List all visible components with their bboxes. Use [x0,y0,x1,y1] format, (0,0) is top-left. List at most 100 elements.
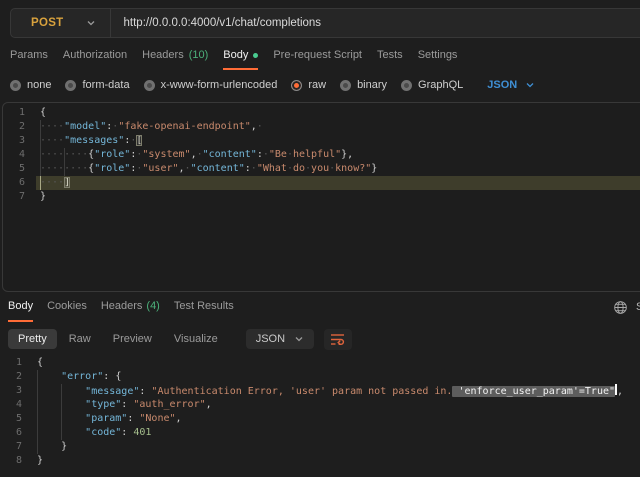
token: } [371,163,377,174]
tab-settings[interactable]: Settings [418,44,458,70]
token: }, [341,149,353,160]
request-url-bar: POST http://0.0.0.0:4000/v1/chat/complet… [10,8,640,38]
request-format-dropdown[interactable]: JSON [487,79,535,91]
radio-form-data[interactable]: form-data [65,79,129,91]
radio-none[interactable]: none [10,79,51,91]
response-meta-right: S [613,292,640,322]
indent-guide [61,412,62,426]
tab-params[interactable]: Params [10,44,48,70]
code-line[interactable]: 2····"model":·"fake-openai-endpoint",· [3,120,640,134]
postman-window: POST http://0.0.0.0:4000/v1/chat/complet… [0,0,640,477]
token: { [115,371,121,382]
response-tab-cookies[interactable]: Cookies [47,292,87,322]
code-line[interactable]: 5 "param": "None", [0,412,640,426]
indent-guide [37,384,38,398]
indent-guide [40,162,41,176]
radio-raw[interactable]: raw [291,79,326,91]
token: "error" [61,371,103,382]
code-line[interactable]: 4········{"role":·"system",·"content":·"… [3,148,640,162]
code-line[interactable]: 8} [0,454,640,468]
line-number: 1 [0,356,22,370]
token: 401 [133,427,151,438]
token: ···· [40,121,64,132]
token: "role" [94,149,130,160]
response-headers-count-badge: (4) [146,300,159,312]
indent-guide [37,440,38,454]
line-number: 2 [0,370,22,384]
response-tab-headers[interactable]: Headers(4) [101,292,160,322]
line-number: 5 [0,412,22,426]
wrap-lines-icon[interactable] [324,329,352,350]
code-line[interactable]: 1{ [0,356,640,370]
token: ] [64,177,70,188]
chevron-down-icon [86,18,96,28]
response-format-dropdown[interactable]: JSON [246,329,314,349]
line-number: 6 [3,176,25,190]
code-line[interactable]: 3 "message": "Authentication Error, 'use… [0,384,640,398]
indent-guide [37,398,38,412]
line-number: 4 [3,148,25,162]
tab-authorization[interactable]: Authorization [63,44,127,70]
radio-graphql[interactable]: GraphQL [401,79,463,91]
pretty-button[interactable]: Pretty [8,329,57,349]
raw-button[interactable]: Raw [59,329,101,349]
method-dropdown[interactable]: POST [11,17,110,29]
preview-button[interactable]: Preview [103,329,162,349]
radio-icon [10,80,21,91]
code-line[interactable]: 6 ····] [3,176,640,190]
line-number: 4 [0,398,22,412]
radio-icon [401,80,412,91]
line-number: 3 [0,384,22,398]
code-line[interactable]: 6 "code": 401 [0,426,640,440]
radio-x-www-form-urlencoded[interactable]: x-www-form-urlencoded [144,79,278,91]
line-number: 3 [3,134,25,148]
token: "None" [139,413,175,424]
selected-text: 'enforce_user_param'=True" [452,386,615,397]
code-line[interactable]: 3····"messages":·[ [3,134,640,148]
code-line[interactable]: 2 "error": { [0,370,640,384]
response-tabs: Body Cookies Headers(4) Test Results S [0,292,640,322]
code-line[interactable]: 5········{"role":·"user",·"content":·"Wh… [3,162,640,176]
code-line[interactable]: 7} [3,190,640,204]
tab-prerequest-script[interactable]: Pre-request Script [273,44,362,70]
tab-tests[interactable]: Tests [377,44,403,70]
globe-icon[interactable] [613,300,628,315]
indent-guide [64,162,65,176]
line-number: 1 [3,106,25,120]
radio-icon [65,80,76,91]
token: , [617,386,623,397]
url-input[interactable]: http://0.0.0.0:4000/v1/chat/completions [111,17,322,29]
token: know?" [335,163,371,174]
token [37,371,61,382]
token: ···· [40,177,64,188]
token: "auth_error" [133,399,205,410]
chevron-down-icon [294,334,304,344]
radio-selected-icon [291,80,302,91]
code-line[interactable]: 7 } [0,440,640,454]
tab-body[interactable]: Body [223,44,258,70]
indent-guide [61,384,62,398]
request-url-row: POST http://0.0.0.0:4000/v1/chat/complet… [0,0,640,44]
visualize-button[interactable]: Visualize [164,329,228,349]
token: "content" [203,149,257,160]
response-toolbar: Pretty Raw Preview Visualize JSON [0,327,640,351]
chevron-down-icon [525,80,535,90]
status-clipped: S [636,301,640,313]
code-line[interactable]: 4 "type": "auth_error", [0,398,640,412]
indent-guide [61,426,62,440]
token: [ [136,135,142,146]
line-number: 7 [3,190,25,204]
body-modified-dot-icon [253,53,258,58]
token: "role" [94,163,130,174]
indent-guide [37,370,38,384]
request-body-editor[interactable]: 1{2····"model":·"fake-openai-endpoint",·… [2,102,640,292]
code-line[interactable]: 1{ [3,106,640,120]
response-tab-body[interactable]: Body [8,292,33,322]
radio-binary[interactable]: binary [340,79,387,91]
token: } [40,191,46,202]
tab-headers[interactable]: Headers(10) [142,44,208,70]
response-body-editor[interactable]: 1{2 "error": {3 "message": "Authenticati… [0,356,640,468]
indent-guide [40,148,41,162]
response-tab-test-results[interactable]: Test Results [174,292,234,322]
token: "message" [85,386,139,397]
